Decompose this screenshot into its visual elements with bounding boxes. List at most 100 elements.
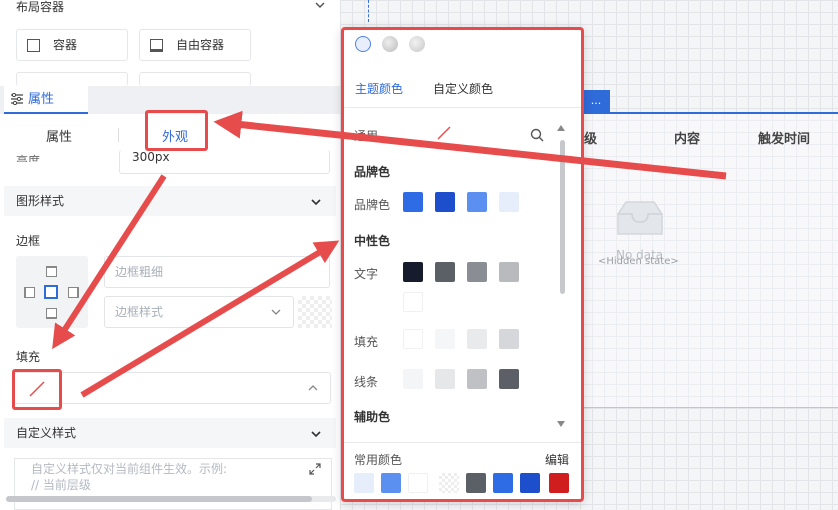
border-top-icon[interactable]	[46, 266, 57, 277]
common-colors-label: 常用颜色	[354, 453, 403, 467]
border-bottom-icon[interactable]	[46, 308, 57, 319]
border-left-icon[interactable]	[24, 287, 35, 298]
border-style-select[interactable]: 边框样式	[104, 296, 294, 328]
custom-style-title: 自定义样式	[16, 426, 77, 440]
brand-group-title: 品牌色	[354, 165, 391, 179]
border-all-icon[interactable]	[44, 285, 58, 299]
component-card-partial[interactable]	[16, 72, 128, 86]
color-swatch[interactable]	[499, 369, 519, 389]
edit-link[interactable]: 编辑	[545, 451, 569, 468]
fill-label: 填充	[16, 350, 41, 364]
layout-container-title: 布局容器	[16, 0, 65, 14]
component-container-label: 容器	[53, 38, 78, 52]
color-swatch[interactable]	[381, 473, 401, 493]
color-swatch[interactable]	[408, 473, 428, 493]
chevron-down-icon	[271, 309, 281, 315]
scroll-down-arrow-icon[interactable]	[556, 420, 566, 428]
chevron-down-icon	[315, 2, 325, 9]
component-card-partial[interactable]	[139, 72, 251, 86]
aux-group-title: 辅助色	[354, 410, 391, 424]
color-swatch[interactable]	[467, 329, 487, 349]
border-label: 边框	[16, 234, 41, 248]
height-label: 高度	[16, 154, 41, 162]
color-swatch[interactable]	[403, 369, 423, 389]
color-swatch[interactable]	[403, 329, 423, 349]
tab-properties[interactable]: 属性	[4, 86, 88, 114]
color-swatch[interactable]	[499, 192, 519, 212]
no-color-icon[interactable]	[28, 380, 46, 398]
sliders-icon	[11, 93, 23, 105]
component-free-container-label: 自由容器	[176, 38, 225, 52]
color-swatch[interactable]	[435, 329, 455, 349]
line-label: 线条	[354, 375, 379, 389]
tab-theme-colors[interactable]: 主题颜色	[355, 80, 403, 97]
color-swatch[interactable]	[403, 292, 423, 312]
table-col-content: 内容	[674, 132, 701, 147]
component-tag[interactable]: ...	[582, 90, 610, 112]
color-swatch[interactable]	[403, 262, 423, 282]
table-col-level: 级	[584, 132, 598, 147]
mode-gray-dot[interactable]	[382, 36, 398, 52]
border-color-swatch[interactable]	[298, 296, 332, 328]
height-input[interactable]: 300px	[119, 150, 330, 174]
expand-icon[interactable]	[309, 463, 321, 475]
table-header: 级 内容 触发时间	[582, 128, 838, 148]
component-container[interactable]: 容器	[16, 29, 128, 61]
picker-scrollbar-thumb[interactable]	[560, 140, 565, 294]
color-swatch[interactable]	[493, 473, 513, 493]
color-swatch[interactable]	[435, 369, 455, 389]
brand-label: 品牌色	[354, 198, 391, 212]
text-label: 文字	[354, 267, 379, 281]
left-panel: 布局容器 容器 自由容器 属性 属性 外观 高度 300px 图形样式 边框 边…	[0, 0, 340, 510]
subtab-divider	[118, 128, 119, 142]
color-swatch[interactable]	[520, 473, 540, 493]
free-container-icon	[150, 39, 163, 52]
border-style-placeholder: 边框样式	[115, 305, 164, 319]
color-swatch[interactable]	[467, 192, 487, 212]
color-swatch[interactable]	[435, 192, 455, 212]
color-swatch[interactable]	[467, 369, 487, 389]
guide-line	[368, 0, 369, 22]
border-width-input[interactable]: 边框粗细	[104, 256, 330, 288]
color-swatch[interactable]	[467, 262, 487, 282]
chevron-down-icon	[311, 431, 321, 438]
layout-container-header[interactable]: 布局容器	[0, 0, 340, 22]
neutral-group-title: 中性色	[354, 234, 391, 248]
hidden-state-label: <Hidden state>	[598, 256, 679, 267]
custom-style-section[interactable]: 自定义样式	[4, 418, 336, 448]
color-swatch[interactable]	[466, 473, 486, 493]
tab-custom-colors[interactable]: 自定义颜色	[433, 80, 493, 97]
search-icon[interactable]	[530, 128, 544, 142]
tab-properties-label: 属性	[28, 92, 55, 107]
color-swatch[interactable]	[549, 473, 569, 493]
border-side-selector[interactable]	[16, 256, 88, 328]
mode-light-dot[interactable]	[355, 36, 371, 52]
border-right-icon[interactable]	[68, 287, 79, 298]
picker-divider	[344, 442, 581, 443]
component-free-container[interactable]: 自由容器	[139, 29, 251, 61]
color-swatch[interactable]	[435, 262, 455, 282]
subtab-properties[interactable]: 属性	[46, 126, 72, 145]
chevron-up-icon	[308, 385, 318, 391]
fill-label: 填充	[354, 335, 379, 349]
editor-line: 自定义样式仅对当前组件生效。示例:	[31, 462, 228, 476]
color-swatch[interactable]	[354, 473, 374, 493]
scrollbar-thumb[interactable]	[6, 496, 312, 502]
no-color-icon[interactable]	[436, 126, 452, 140]
mode-dark-dot[interactable]	[409, 36, 425, 52]
shape-style-section[interactable]: 图形样式	[4, 186, 336, 216]
general-label: 通用	[354, 129, 379, 143]
empty-inbox-icon	[617, 201, 663, 235]
chevron-down-icon	[311, 199, 321, 206]
color-swatch[interactable]	[499, 262, 519, 282]
scroll-up-arrow-icon[interactable]	[556, 124, 566, 132]
color-swatch[interactable]	[439, 473, 459, 493]
container-icon	[27, 39, 40, 52]
color-picker-popover: 主题颜色 自定义颜色 通用 品牌色 品牌色 中性色 文字 填充 线条 辅助色 常…	[341, 27, 584, 502]
color-swatch[interactable]	[403, 192, 423, 212]
color-swatch[interactable]	[499, 329, 519, 349]
editor-line: // 当前层级	[31, 478, 91, 492]
picker-tabs: 主题颜色 自定义颜色	[344, 76, 581, 108]
custom-style-editor[interactable]: 自定义样式仅对当前组件生效。示例: // 当前层级	[14, 458, 332, 510]
horizontal-scrollbar[interactable]	[6, 496, 336, 502]
